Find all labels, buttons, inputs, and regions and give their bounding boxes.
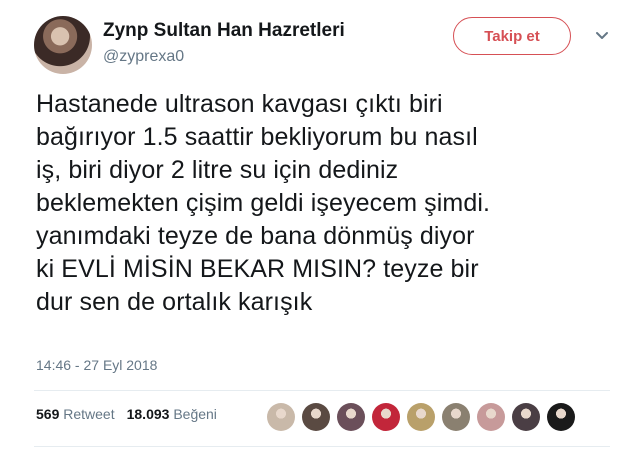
tweet-stats: 569 Retweet 18.093 Beğeni — [36, 406, 217, 422]
liker-avatars — [267, 403, 582, 431]
chevron-down-icon[interactable] — [594, 30, 610, 42]
divider — [34, 390, 610, 391]
liker-avatar[interactable] — [512, 403, 540, 431]
liker-avatar[interactable] — [302, 403, 330, 431]
retweet-count: 569 — [36, 406, 60, 422]
tweet-timestamp[interactable]: 14:46 - 27 Eyl 2018 — [36, 357, 157, 373]
retweet-stat[interactable]: 569 Retweet — [36, 406, 115, 422]
tweet-text: Hastanede ultrason kavgası çıktı biri ba… — [36, 90, 491, 316]
retweet-label: Retweet — [63, 406, 115, 422]
liker-avatar[interactable] — [477, 403, 505, 431]
liker-avatar[interactable] — [547, 403, 575, 431]
like-stat[interactable]: 18.093 Beğeni — [127, 406, 217, 422]
divider — [34, 446, 610, 447]
user-avatar[interactable] — [34, 16, 92, 74]
liker-avatar[interactable] — [372, 403, 400, 431]
liker-avatar[interactable] — [337, 403, 365, 431]
liker-avatar[interactable] — [267, 403, 295, 431]
liker-avatar[interactable] — [442, 403, 470, 431]
like-count: 18.093 — [126, 406, 170, 422]
liker-avatar[interactable] — [407, 403, 435, 431]
like-label: Beğeni — [173, 406, 217, 422]
follow-button[interactable]: Takip et — [453, 17, 571, 55]
user-handle[interactable]: @zyprexa0 — [103, 48, 184, 66]
display-name[interactable]: Zynp Sultan Han Hazretleri — [103, 20, 345, 42]
